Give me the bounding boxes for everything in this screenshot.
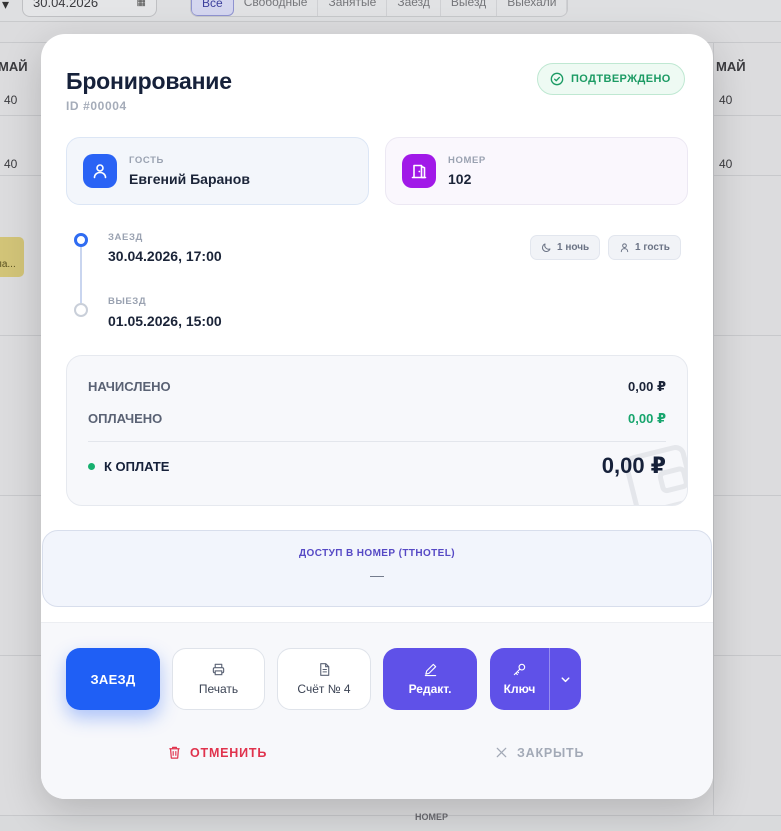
paid-label: ОПЛАЧЕНО xyxy=(88,411,163,426)
key-button-group: Ключ xyxy=(490,648,581,710)
background-date-value: 30.04.2026 xyxy=(33,0,99,10)
background-legend-bar xyxy=(0,815,781,831)
occupancy-count: 40 xyxy=(4,157,18,171)
close-modal-button[interactable]: ЗАКРЫТЬ xyxy=(494,745,584,760)
guests-text: 1 гость xyxy=(635,242,670,253)
background-booking-block[interactable]: ла... xyxy=(0,237,24,277)
trash-icon xyxy=(169,746,180,759)
room-number: 102 xyxy=(448,171,472,187)
moon-icon xyxy=(542,243,551,252)
day-header-right: МАЙ xyxy=(716,59,746,74)
occupancy-count: 40 xyxy=(719,157,733,171)
occupancy-count: 40 xyxy=(719,93,733,107)
background-filter-group: Все Свободные Занятые Заезд Выезд Выехал… xyxy=(190,0,569,17)
due-label: К ОПЛАТЕ xyxy=(104,459,170,474)
check-circle-icon xyxy=(550,72,564,86)
filter-all[interactable]: Все xyxy=(191,0,234,16)
grid-line xyxy=(713,42,714,815)
guest-card[interactable]: ГОСТЬ Евгений Баранов xyxy=(66,137,369,205)
edit-button[interactable]: Редакт. xyxy=(383,648,477,710)
checkin-button[interactable]: ЗАЕЗД xyxy=(66,648,160,710)
checkin-button-label: ЗАЕЗД xyxy=(90,671,136,687)
status-badge: ПОДТВЕРЖДЕНО xyxy=(537,63,685,95)
print-button[interactable]: Печать xyxy=(172,648,265,710)
calendar-icon: ▦ xyxy=(136,0,146,8)
close-label: ЗАКРЫТЬ xyxy=(517,745,585,760)
due-row: К ОПЛАТЕ xyxy=(88,459,169,474)
filter-free[interactable]: Свободные xyxy=(234,0,319,16)
close-icon xyxy=(496,747,507,758)
filter-checkin[interactable]: Заезд xyxy=(387,0,441,16)
invoice-button[interactable]: Счёт № 4 xyxy=(277,648,371,710)
nights-text: 1 ночь xyxy=(557,242,590,253)
access-value: — xyxy=(370,567,384,583)
background-date-field[interactable]: 30.04.2026 ▦ xyxy=(22,0,157,17)
filter-checkout[interactable]: Выезд xyxy=(441,0,498,16)
printer-icon xyxy=(212,663,225,676)
checkout-marker xyxy=(74,303,88,317)
edit-button-label: Редакт. xyxy=(408,682,452,696)
checkout-datetime: 01.05.2026, 15:00 xyxy=(108,313,222,329)
chevron-down-icon xyxy=(561,676,570,682)
key-dropdown-toggle[interactable] xyxy=(549,648,581,710)
room-access-panel: ДОСТУП В НОМЕР (TTHOTEL) — xyxy=(42,530,712,607)
guest-label: ГОСТЬ xyxy=(129,155,164,166)
filter-checked-out[interactable]: Выехали xyxy=(497,0,568,16)
key-button[interactable]: Ключ xyxy=(490,648,549,710)
checkin-marker xyxy=(74,233,88,247)
timeline-connector xyxy=(80,247,82,303)
due-indicator-dot xyxy=(88,463,95,470)
document-icon xyxy=(319,663,329,676)
paid-row: ОПЛАЧЕНО 0,00 ₽ xyxy=(88,411,666,427)
cancel-label: ОТМЕНИТЬ xyxy=(190,745,268,760)
day-header-left: МАЙ xyxy=(0,59,28,74)
invoice-button-label: Счёт № 4 xyxy=(297,682,351,696)
guests-chip: 1 гость xyxy=(608,235,681,260)
due-amount: 0,00 ₽ xyxy=(601,453,666,478)
room-card[interactable]: НОМЕР 102 xyxy=(385,137,688,205)
filter-occupied[interactable]: Занятые xyxy=(318,0,388,16)
cancel-booking-button[interactable]: ОТМЕНИТЬ xyxy=(167,745,267,760)
background-booking-text: ла... xyxy=(0,259,16,270)
access-title: ДОСТУП В НОМЕР (TTHOTEL) xyxy=(299,548,455,559)
paid-amount: 0,00 ₽ xyxy=(628,411,666,426)
checkin-label: ЗАЕЗД xyxy=(108,232,143,243)
background-chevron-icon: ▾ xyxy=(2,0,10,12)
pencil-icon xyxy=(424,663,436,677)
guest-name: Евгений Баранов xyxy=(129,171,250,187)
checkout-label: ВЫЕЗД xyxy=(108,296,147,307)
background-legend-label: НОМЕР xyxy=(415,812,449,822)
booking-modal: Бронирование ID #00004 ПОДТВЕРЖДЕНО ГОСТ… xyxy=(41,34,713,799)
modal-title: Бронирование xyxy=(66,68,232,94)
booking-id: ID #00004 xyxy=(66,99,127,113)
door-icon xyxy=(402,154,436,188)
checkin-datetime: 30.04.2026, 17:00 xyxy=(108,248,222,264)
print-button-label: Печать xyxy=(198,682,239,696)
nights-chip: 1 ночь xyxy=(530,235,601,260)
charged-row: НАЧИСЛЕНО 0,00 ₽ xyxy=(88,379,666,395)
payment-summary: НАЧИСЛЕНО 0,00 ₽ ОПЛАЧЕНО 0,00 ₽ К ОПЛАТ… xyxy=(66,355,688,506)
occupancy-count: 40 xyxy=(4,93,18,107)
summary-divider xyxy=(88,441,666,442)
charged-amount: 0,00 ₽ xyxy=(628,379,666,394)
person-icon xyxy=(620,243,629,253)
key-button-label: Ключ xyxy=(503,682,536,696)
charged-label: НАЧИСЛЕНО xyxy=(88,379,171,394)
room-label: НОМЕР xyxy=(448,155,486,166)
user-icon xyxy=(83,154,117,188)
status-text: ПОДТВЕРЖДЕНО xyxy=(571,73,671,85)
key-icon xyxy=(513,663,526,676)
